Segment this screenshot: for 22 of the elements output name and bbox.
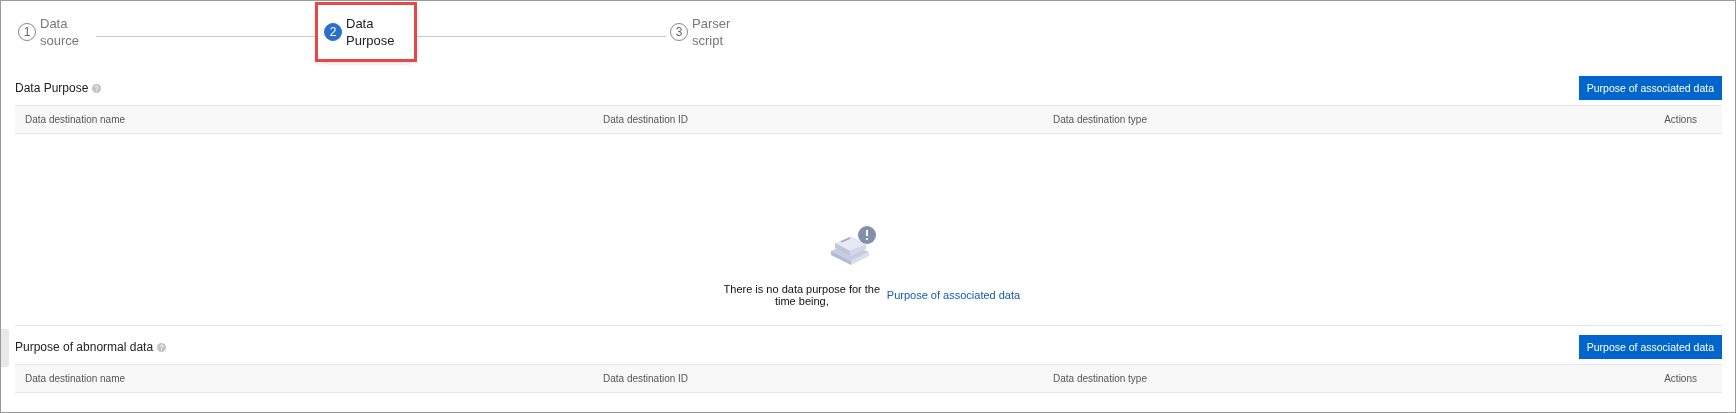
collapse-handle[interactable] [1, 329, 9, 367]
help-icon[interactable] [157, 342, 167, 352]
section-title: Data Purpose [15, 81, 89, 95]
step-label: Parser script [692, 15, 732, 49]
column-header: Data destination ID [603, 114, 690, 125]
column-header: Data destination name [25, 373, 127, 384]
section-title: Purpose of abnormal data [15, 340, 154, 354]
step-label: Data Purpose [346, 15, 396, 49]
step-number: 2 [324, 23, 342, 41]
column-header: Data destination name [25, 114, 127, 125]
step-label: Data source [40, 15, 81, 49]
column-header: Data destination type [1053, 114, 1148, 125]
associate-link[interactable]: Purpose of associated data [886, 289, 1021, 301]
help-icon[interactable] [92, 83, 102, 93]
associate-button[interactable]: Purpose of associated data [1578, 335, 1722, 359]
empty-message: There is no data purpose for the time being, [722, 283, 882, 307]
column-header: Data destination type [1053, 373, 1148, 384]
column-header: Actions [1664, 373, 1697, 384]
associate-button[interactable]: Purpose of associated data [1578, 76, 1722, 100]
column-header: Actions [1664, 114, 1697, 125]
empty-document-icon [828, 225, 879, 267]
column-header: Data destination ID [603, 373, 690, 384]
